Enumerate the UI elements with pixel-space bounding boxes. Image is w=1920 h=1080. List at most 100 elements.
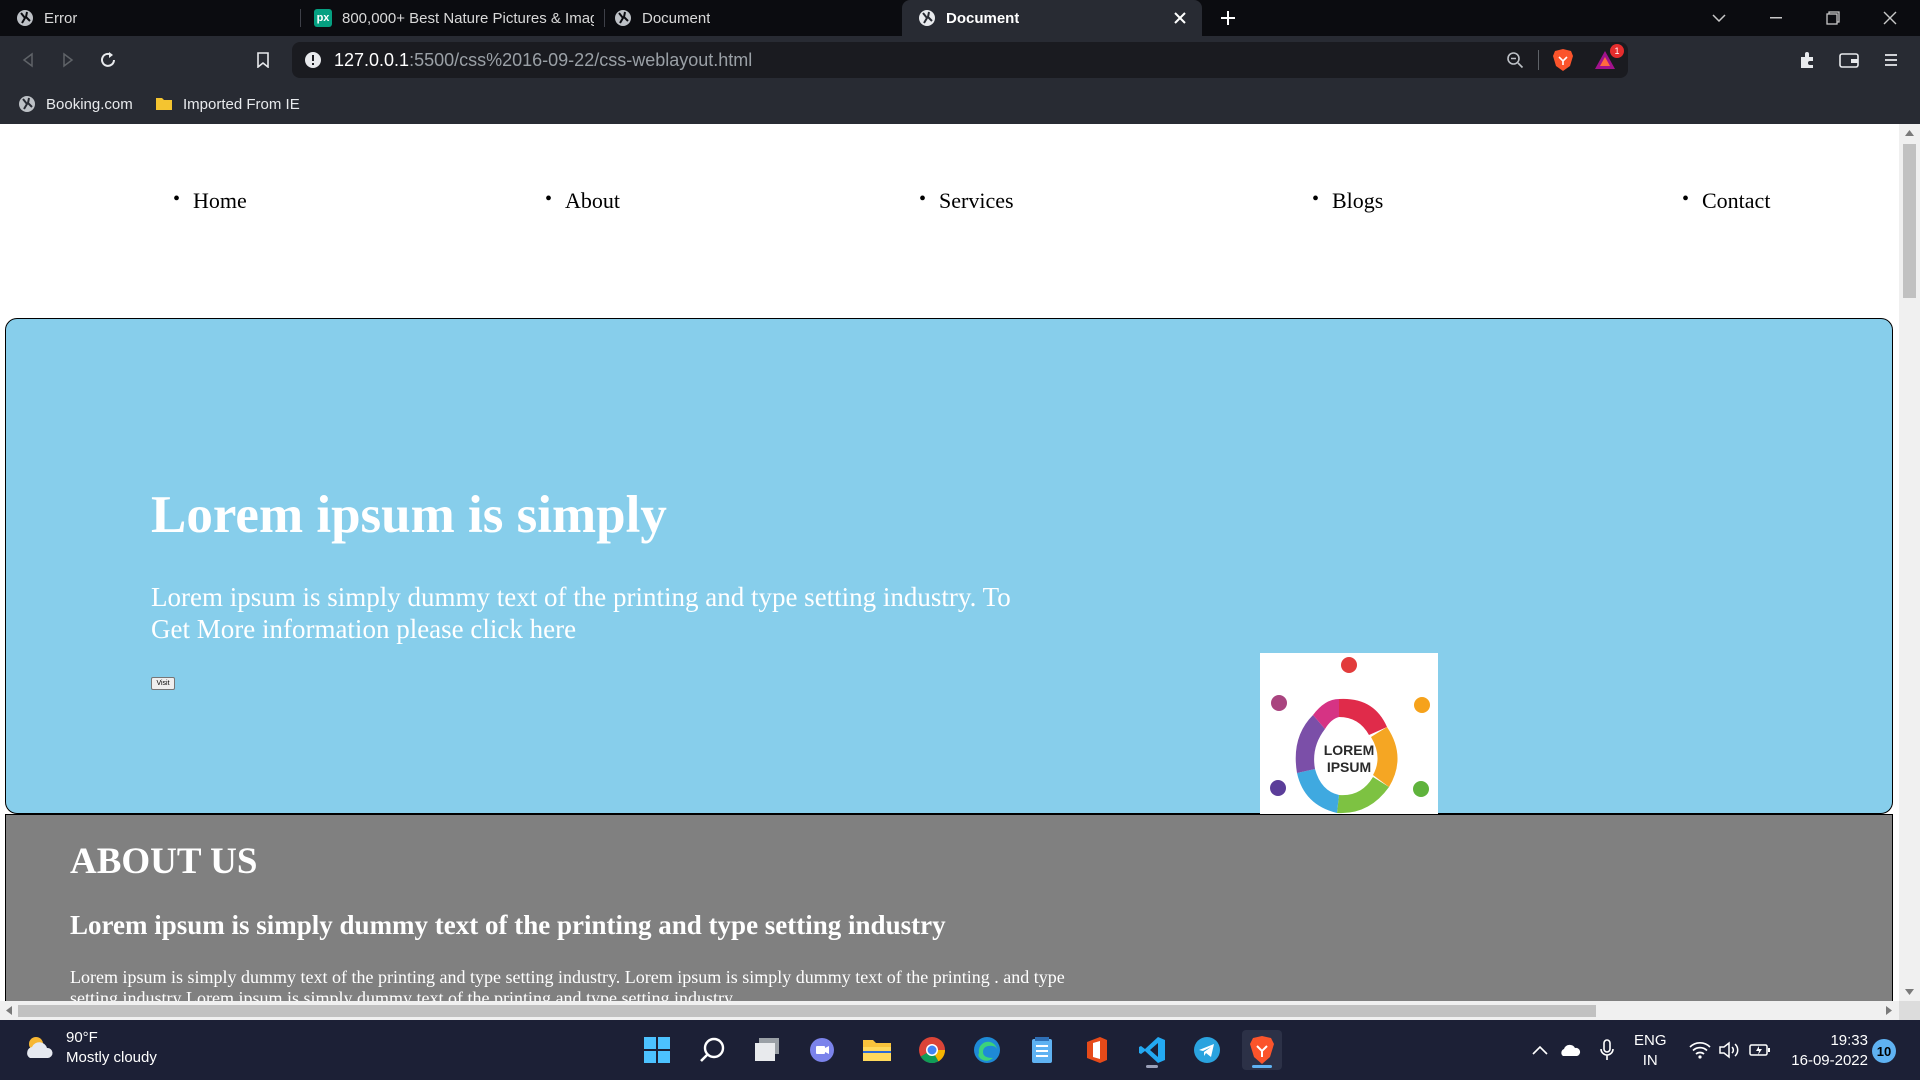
microphone-icon[interactable] — [1595, 1038, 1619, 1062]
brave-button[interactable] — [1242, 1030, 1282, 1070]
info-icon[interactable] — [304, 51, 322, 69]
tab-document-1[interactable]: Document — [598, 0, 898, 36]
weather-desc: Mostly cloudy — [66, 1049, 157, 1066]
chrome-button[interactable] — [912, 1030, 952, 1070]
visit-button[interactable]: Visit — [151, 677, 175, 690]
menu-icon[interactable] — [1877, 46, 1905, 74]
nav-label: Blogs — [1332, 188, 1384, 213]
new-tab-icon[interactable] — [1216, 6, 1240, 30]
bookmark-label: Booking.com — [46, 95, 133, 113]
reload-icon[interactable] — [94, 46, 122, 74]
about-subtitle: Lorem ipsum is simply dummy text of the … — [70, 910, 946, 940]
tab-search-chevron-icon[interactable] — [1692, 0, 1746, 36]
tab-title: 800,000+ Best Nature Pictures & Imag — [342, 9, 594, 27]
wallet-icon[interactable] — [1835, 46, 1863, 74]
scrollbar-corner — [1899, 1001, 1920, 1020]
globe-icon — [615, 10, 631, 26]
pexels-icon: px — [314, 9, 332, 27]
nav-item-contact[interactable]: Contact — [1682, 188, 1771, 214]
start-button[interactable] — [637, 1030, 677, 1070]
horizontal-scrollbar[interactable] — [0, 1001, 1899, 1020]
bookmark-booking[interactable]: Booking.com — [18, 84, 133, 124]
extensions-icon[interactable] — [1793, 46, 1821, 74]
about-section: ABOUT US Lorem ipsum is simply dummy tex… — [5, 814, 1893, 1001]
lang-line2: IN — [1642, 1052, 1658, 1069]
telegram-button[interactable] — [1187, 1030, 1227, 1070]
partly-cloudy-icon — [27, 1037, 53, 1058]
vertical-scroll-thumb[interactable] — [1903, 144, 1916, 298]
search-icon — [700, 1037, 725, 1062]
nav-item-about[interactable]: About — [545, 188, 620, 214]
nav-item-home[interactable]: Home — [173, 188, 247, 214]
notepad-button[interactable] — [1022, 1030, 1062, 1070]
file-explorer-button[interactable] — [857, 1030, 897, 1070]
windows-taskbar: 90°F Mostly cloudy ENG IN 19:33 16-09-20… — [0, 1020, 1920, 1080]
windows-icon — [644, 1037, 670, 1063]
wifi-icon[interactable] — [1688, 1038, 1712, 1062]
clock-time: 19:33 — [1830, 1032, 1868, 1049]
edge-button[interactable] — [967, 1030, 1007, 1070]
show-hidden-icons-icon[interactable] — [1528, 1038, 1552, 1062]
about-text: Lorem ipsum is simply dummy text of the … — [70, 967, 1065, 1001]
chat-icon — [810, 1038, 834, 1062]
scroll-right-icon[interactable] — [1886, 1006, 1892, 1015]
restore-icon[interactable] — [1806, 0, 1860, 36]
bookmark-icon[interactable] — [249, 46, 277, 74]
onedrive-icon[interactable] — [1558, 1038, 1582, 1062]
tab-document-active[interactable]: Document — [902, 0, 1202, 36]
nav-item-blogs[interactable]: Blogs — [1312, 188, 1384, 214]
scroll-left-icon[interactable] — [6, 1006, 12, 1015]
volume-icon[interactable] — [1717, 1038, 1741, 1062]
folder-icon — [156, 98, 172, 110]
tab-title: Document — [946, 9, 1020, 27]
minimize-icon[interactable] — [1749, 0, 1803, 36]
battery-icon[interactable] — [1748, 1038, 1772, 1062]
horizontal-scroll-thumb[interactable] — [18, 1005, 1596, 1017]
vscode-button[interactable] — [1132, 1030, 1172, 1070]
logo-text-line1: LOREM — [1324, 742, 1375, 758]
lang-line1: ENG — [1634, 1032, 1667, 1049]
address-bar[interactable]: 127.0.0.1:5500/css%2016-09-22/css-weblay… — [292, 42, 1628, 78]
forward-icon[interactable] — [54, 46, 82, 74]
hero-section: Lorem ipsum is simply Lorem ipsum is sim… — [5, 318, 1893, 873]
edge-icon — [974, 1037, 1000, 1063]
tab-error[interactable]: Error — [0, 0, 300, 36]
active-indicator — [1252, 1065, 1272, 1068]
tab-strip: Error px 800,000+ Best Nature Pictures &… — [0, 0, 1920, 36]
scroll-down-icon[interactable] — [1905, 989, 1914, 995]
address-host: 127.0.0.1 — [334, 50, 410, 70]
brave-shields-icon[interactable] — [1552, 48, 1574, 72]
notification-badge[interactable]: 10 — [1872, 1039, 1896, 1063]
globe-icon — [919, 10, 935, 26]
clock[interactable]: 19:33 16-09-2022 — [1784, 1031, 1868, 1071]
back-icon[interactable] — [14, 46, 42, 74]
logo-text-line2: IPSUM — [1327, 759, 1371, 775]
vertical-scrollbar[interactable] — [1899, 124, 1920, 1001]
nav-label: Home — [193, 188, 247, 213]
task-view-button[interactable] — [747, 1030, 787, 1070]
notepad-icon — [1032, 1037, 1052, 1063]
globe-icon — [17, 10, 33, 26]
zoom-icon[interactable] — [1506, 51, 1524, 69]
close-tab-icon[interactable] — [1170, 8, 1190, 28]
bookmark-folder-ie[interactable]: Imported From IE — [155, 84, 300, 124]
tab-pexels[interactable]: px 800,000+ Best Nature Pictures & Imag — [298, 0, 598, 36]
bookmarks-bar: Booking.com Imported From IE — [0, 84, 1920, 125]
tab-title: Document — [642, 9, 711, 27]
address-path: :5500/css%2016-09-22/css-weblayout.html — [409, 50, 753, 70]
vscode-icon — [1139, 1037, 1165, 1063]
office-button[interactable] — [1077, 1030, 1117, 1070]
nav-item-services[interactable]: Services — [919, 188, 1013, 214]
weather-widget[interactable]: 90°F Mostly cloudy — [24, 1028, 157, 1068]
input-language[interactable]: ENG IN — [1634, 1031, 1667, 1071]
bookmark-label: Imported From IE — [183, 95, 300, 113]
scroll-up-icon[interactable] — [1905, 130, 1914, 136]
chrome-icon — [919, 1037, 946, 1064]
search-button[interactable] — [692, 1030, 732, 1070]
office-icon — [1087, 1037, 1107, 1063]
rewards-badge: 1 — [1610, 44, 1624, 58]
folder-icon — [863, 1040, 891, 1061]
teams-chat-button[interactable] — [802, 1030, 842, 1070]
address-url: 127.0.0.1:5500/css%2016-09-22/css-weblay… — [334, 50, 752, 71]
close-window-icon[interactable] — [1863, 0, 1917, 36]
